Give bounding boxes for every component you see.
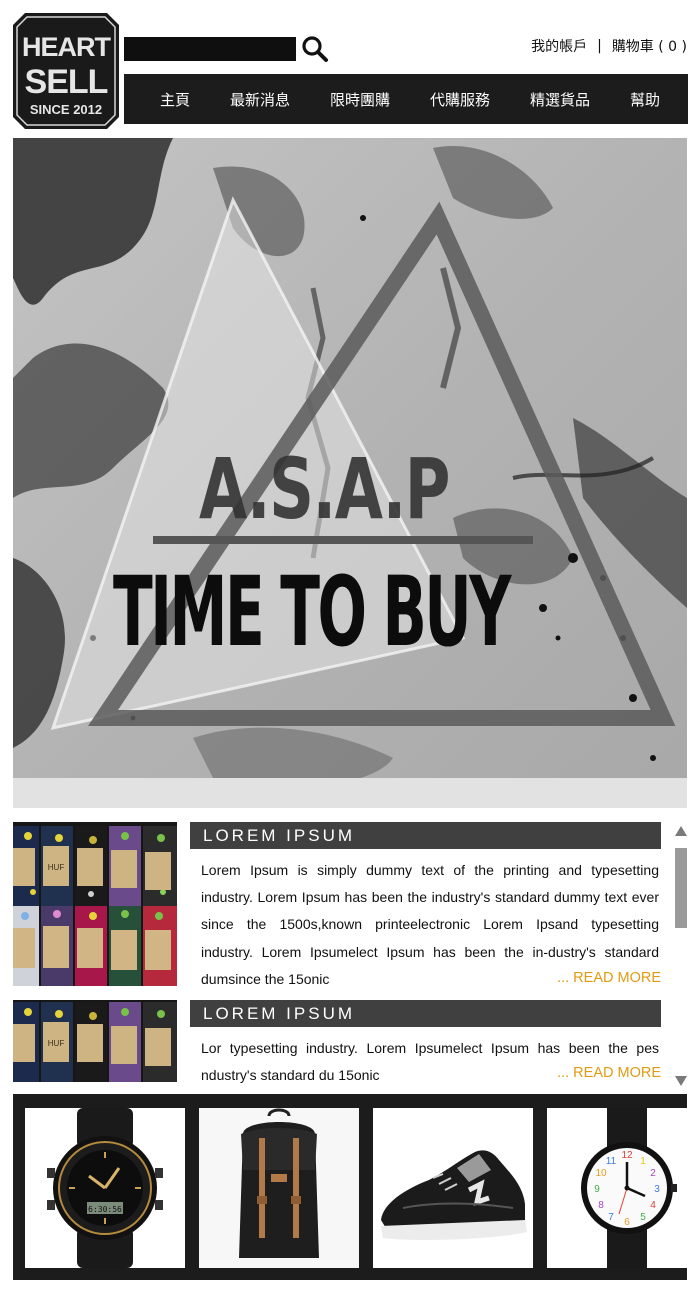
svg-text:10: 10 <box>595 1168 607 1179</box>
product-card-sneaker[interactable] <box>373 1108 533 1268</box>
svg-text:11: 11 <box>606 1156 617 1167</box>
article-title[interactable]: LOREM IPSUM <box>190 822 661 849</box>
logo-line-since: SINCE 2012 <box>30 102 102 117</box>
sock-packs-image: HUF <box>13 1000 177 1082</box>
article-thumbnail[interactable]: HUF <box>13 822 177 986</box>
read-more-link[interactable]: ... READ MORE <box>551 1065 661 1081</box>
svg-text:3: 3 <box>654 1184 660 1195</box>
nav-item-help[interactable]: 幫助 <box>630 89 660 110</box>
product-card-backpack[interactable] <box>199 1108 359 1268</box>
account-separator: | <box>597 38 602 54</box>
search-input[interactable] <box>124 37 296 61</box>
read-more-link[interactable]: ... READ MORE <box>551 970 661 986</box>
logo-line-sell: SELL <box>25 63 108 101</box>
sock-packs-image: HUF <box>13 822 177 986</box>
digital-watch-icon: 6:30:56 <box>47 1108 163 1268</box>
product-card-analog-watch[interactable]: 12 3 6 9 1 2 4 5 7 8 10 11 <box>547 1108 700 1268</box>
my-account-link[interactable]: 我的帳戶 <box>531 36 587 56</box>
product-strip: 6:30:56 12 3 6 9 1 2 4 5 7 8 10 11 <box>13 1094 700 1280</box>
svg-text:6: 6 <box>624 1217 630 1228</box>
svg-text:7: 7 <box>608 1212 614 1223</box>
nav-item-home[interactable]: 主頁 <box>160 89 190 110</box>
nav-item-group-buy[interactable]: 限時團購 <box>330 89 390 110</box>
cart-label: 購物車 <box>611 39 654 55</box>
search-button[interactable] <box>301 35 329 63</box>
svg-text:1: 1 <box>640 1156 646 1167</box>
svg-text:4: 4 <box>650 1200 656 1211</box>
article-item: HUF LOREM IPSUM Lor typesetting industry… <box>13 1000 661 1086</box>
sneaker-icon <box>381 1150 527 1240</box>
watch-lcd: 6:30:56 <box>88 1205 122 1214</box>
article-thumbnail[interactable]: HUF <box>13 1000 177 1082</box>
logo-line-heart: HEART <box>22 32 112 62</box>
search-icon <box>302 36 328 62</box>
triangle-up-icon <box>675 826 687 836</box>
scrollbar-thumb[interactable] <box>675 848 687 928</box>
svg-text:5: 5 <box>640 1212 646 1223</box>
nav-item-news[interactable]: 最新消息 <box>230 89 290 110</box>
scroll-down-arrow[interactable] <box>674 1072 688 1086</box>
huf-tag: HUF <box>48 1039 65 1048</box>
nav-item-purchasing-service[interactable]: 代購服務 <box>430 89 490 110</box>
main-nav: 主頁 最新消息 限時團購 代購服務 精選貨品 幫助 <box>124 74 688 124</box>
article-excerpt: Lor typesetting industry. Lorem Ipsumele… <box>201 1040 659 1084</box>
article-item: HUF LOREM IPSUM Lorem Ipsum is simply du… <box>13 822 661 990</box>
huf-tag: HUF <box>48 863 65 872</box>
triangle-down-icon <box>675 1076 687 1086</box>
article-title[interactable]: LOREM IPSUM <box>190 1000 661 1027</box>
svg-text:2: 2 <box>650 1168 656 1179</box>
analog-watch-icon: 12 3 6 9 1 2 4 5 7 8 10 11 <box>581 1108 677 1268</box>
cart-count: ( 0 ) <box>658 39 687 55</box>
account-bar: 我的帳戶 | 購物車 ( 0 ) <box>531 36 687 56</box>
product-card-digital-watch[interactable]: 6:30:56 <box>25 1108 185 1268</box>
svg-text:8: 8 <box>598 1200 604 1211</box>
hero-line-asap: A.S.A.P <box>199 440 449 538</box>
backpack-icon <box>199 1108 359 1268</box>
logo[interactable]: HEART SELL SINCE 2012 <box>13 13 119 129</box>
hero-line-time-to-buy: TIME TO BUY <box>113 556 512 668</box>
cart-link[interactable]: 購物車 ( 0 ) <box>612 36 687 56</box>
svg-text:9: 9 <box>594 1184 600 1195</box>
svg-text:12: 12 <box>621 1150 633 1161</box>
scroll-up-arrow[interactable] <box>674 822 688 836</box>
hero-banner[interactable]: A.S.A.P TIME TO BUY <box>13 138 687 808</box>
nav-item-featured[interactable]: 精選貨品 <box>530 89 590 110</box>
